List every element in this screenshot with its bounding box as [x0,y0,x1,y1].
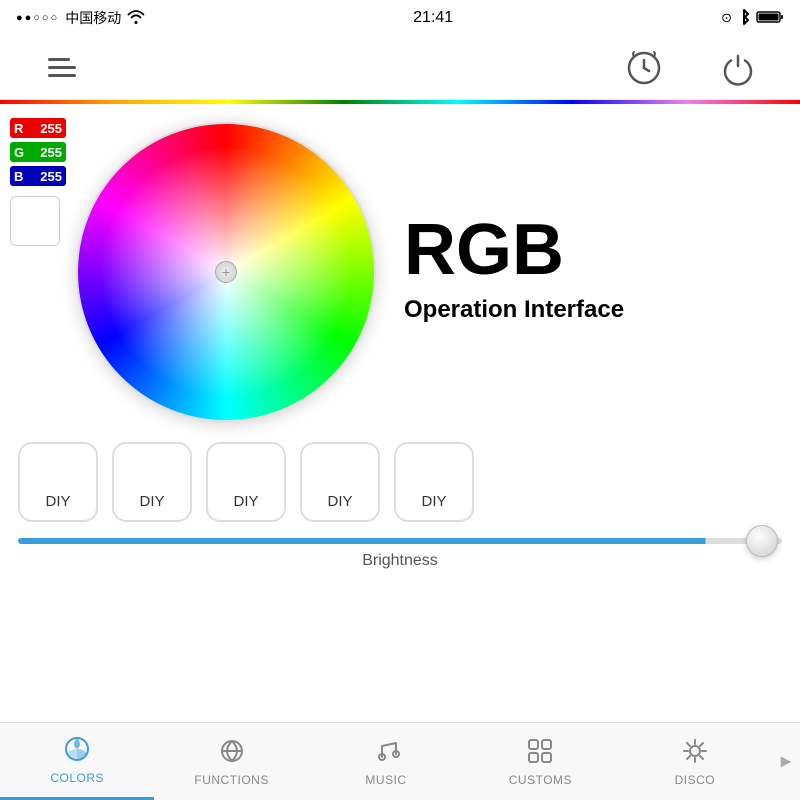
r-label: R 255 [10,118,66,138]
b-label: B 255 [10,166,66,186]
menu-button[interactable] [40,46,84,90]
main-content: R 255 G 255 B 255 + RGB Operation Interf… [0,104,800,422]
wifi-icon [127,10,145,27]
hamburger-icon [48,58,76,77]
disco-icon [681,737,709,769]
tab-customs[interactable]: CUSTOMS [463,723,617,800]
tab-colors-label: COLORS [50,771,104,785]
colors-icon [63,735,91,767]
left-panel: R 255 G 255 B 255 [10,118,68,422]
tab-colors[interactable]: COLORS [0,723,154,800]
status-right: ⊙ [721,8,784,29]
tab-disco[interactable]: DISCO [618,723,772,800]
diy-button-2[interactable]: DIY [112,442,192,522]
tab-disco-label: DISCO [675,773,716,787]
tab-functions-label: FUNCTIONS [194,773,269,787]
status-time: 21:41 [413,9,453,27]
lock-icon: ⊙ [721,10,732,26]
tab-bar: COLORS FUNCTIONS MUSIC [0,722,800,800]
diy-button-5[interactable]: DIY [394,442,474,522]
bluetooth-icon [738,8,750,29]
functions-icon [218,737,246,769]
right-text-panel: RGB Operation Interface [384,118,788,422]
tab-music[interactable]: MUSIC [309,723,463,800]
diy-button-1[interactable]: DIY [18,442,98,522]
music-icon [372,737,400,769]
clock-button[interactable] [622,46,666,90]
carrier-label: 中国移动 [65,8,121,28]
diy-row: DIY DIY DIY DIY DIY [0,422,800,534]
status-bar: ●●○○○ 中国移动 21:41 ⊙ [0,0,800,36]
clock-icon [626,50,662,86]
color-wheel-container[interactable]: + [76,122,376,422]
tab-functions[interactable]: FUNCTIONS [154,723,308,800]
tab-customs-label: CUSTOMS [509,773,572,787]
power-button[interactable] [716,46,760,90]
diy-button-3[interactable]: DIY [206,442,286,522]
top-nav [0,36,800,100]
diy-button-4[interactable]: DIY [300,442,380,522]
color-preview [10,196,60,246]
signal-dots: ●●○○○ [16,12,59,24]
tab-forward-arrow[interactable]: ► [772,723,800,800]
brightness-section: Brightness [0,534,800,578]
rgb-title: RGB [404,214,788,286]
tab-music-label: MUSIC [365,773,406,787]
brightness-track[interactable] [18,538,782,544]
brightness-thumb[interactable] [746,525,778,557]
battery-icon [756,10,784,27]
customs-icon [526,737,554,769]
wheel-center-marker: + [215,261,237,283]
g-label: G 255 [10,142,66,162]
power-icon [720,50,756,86]
brightness-label: Brightness [18,552,782,570]
rgb-subtitle: Operation Interface [404,294,788,325]
status-left: ●●○○○ 中国移动 [16,8,145,28]
